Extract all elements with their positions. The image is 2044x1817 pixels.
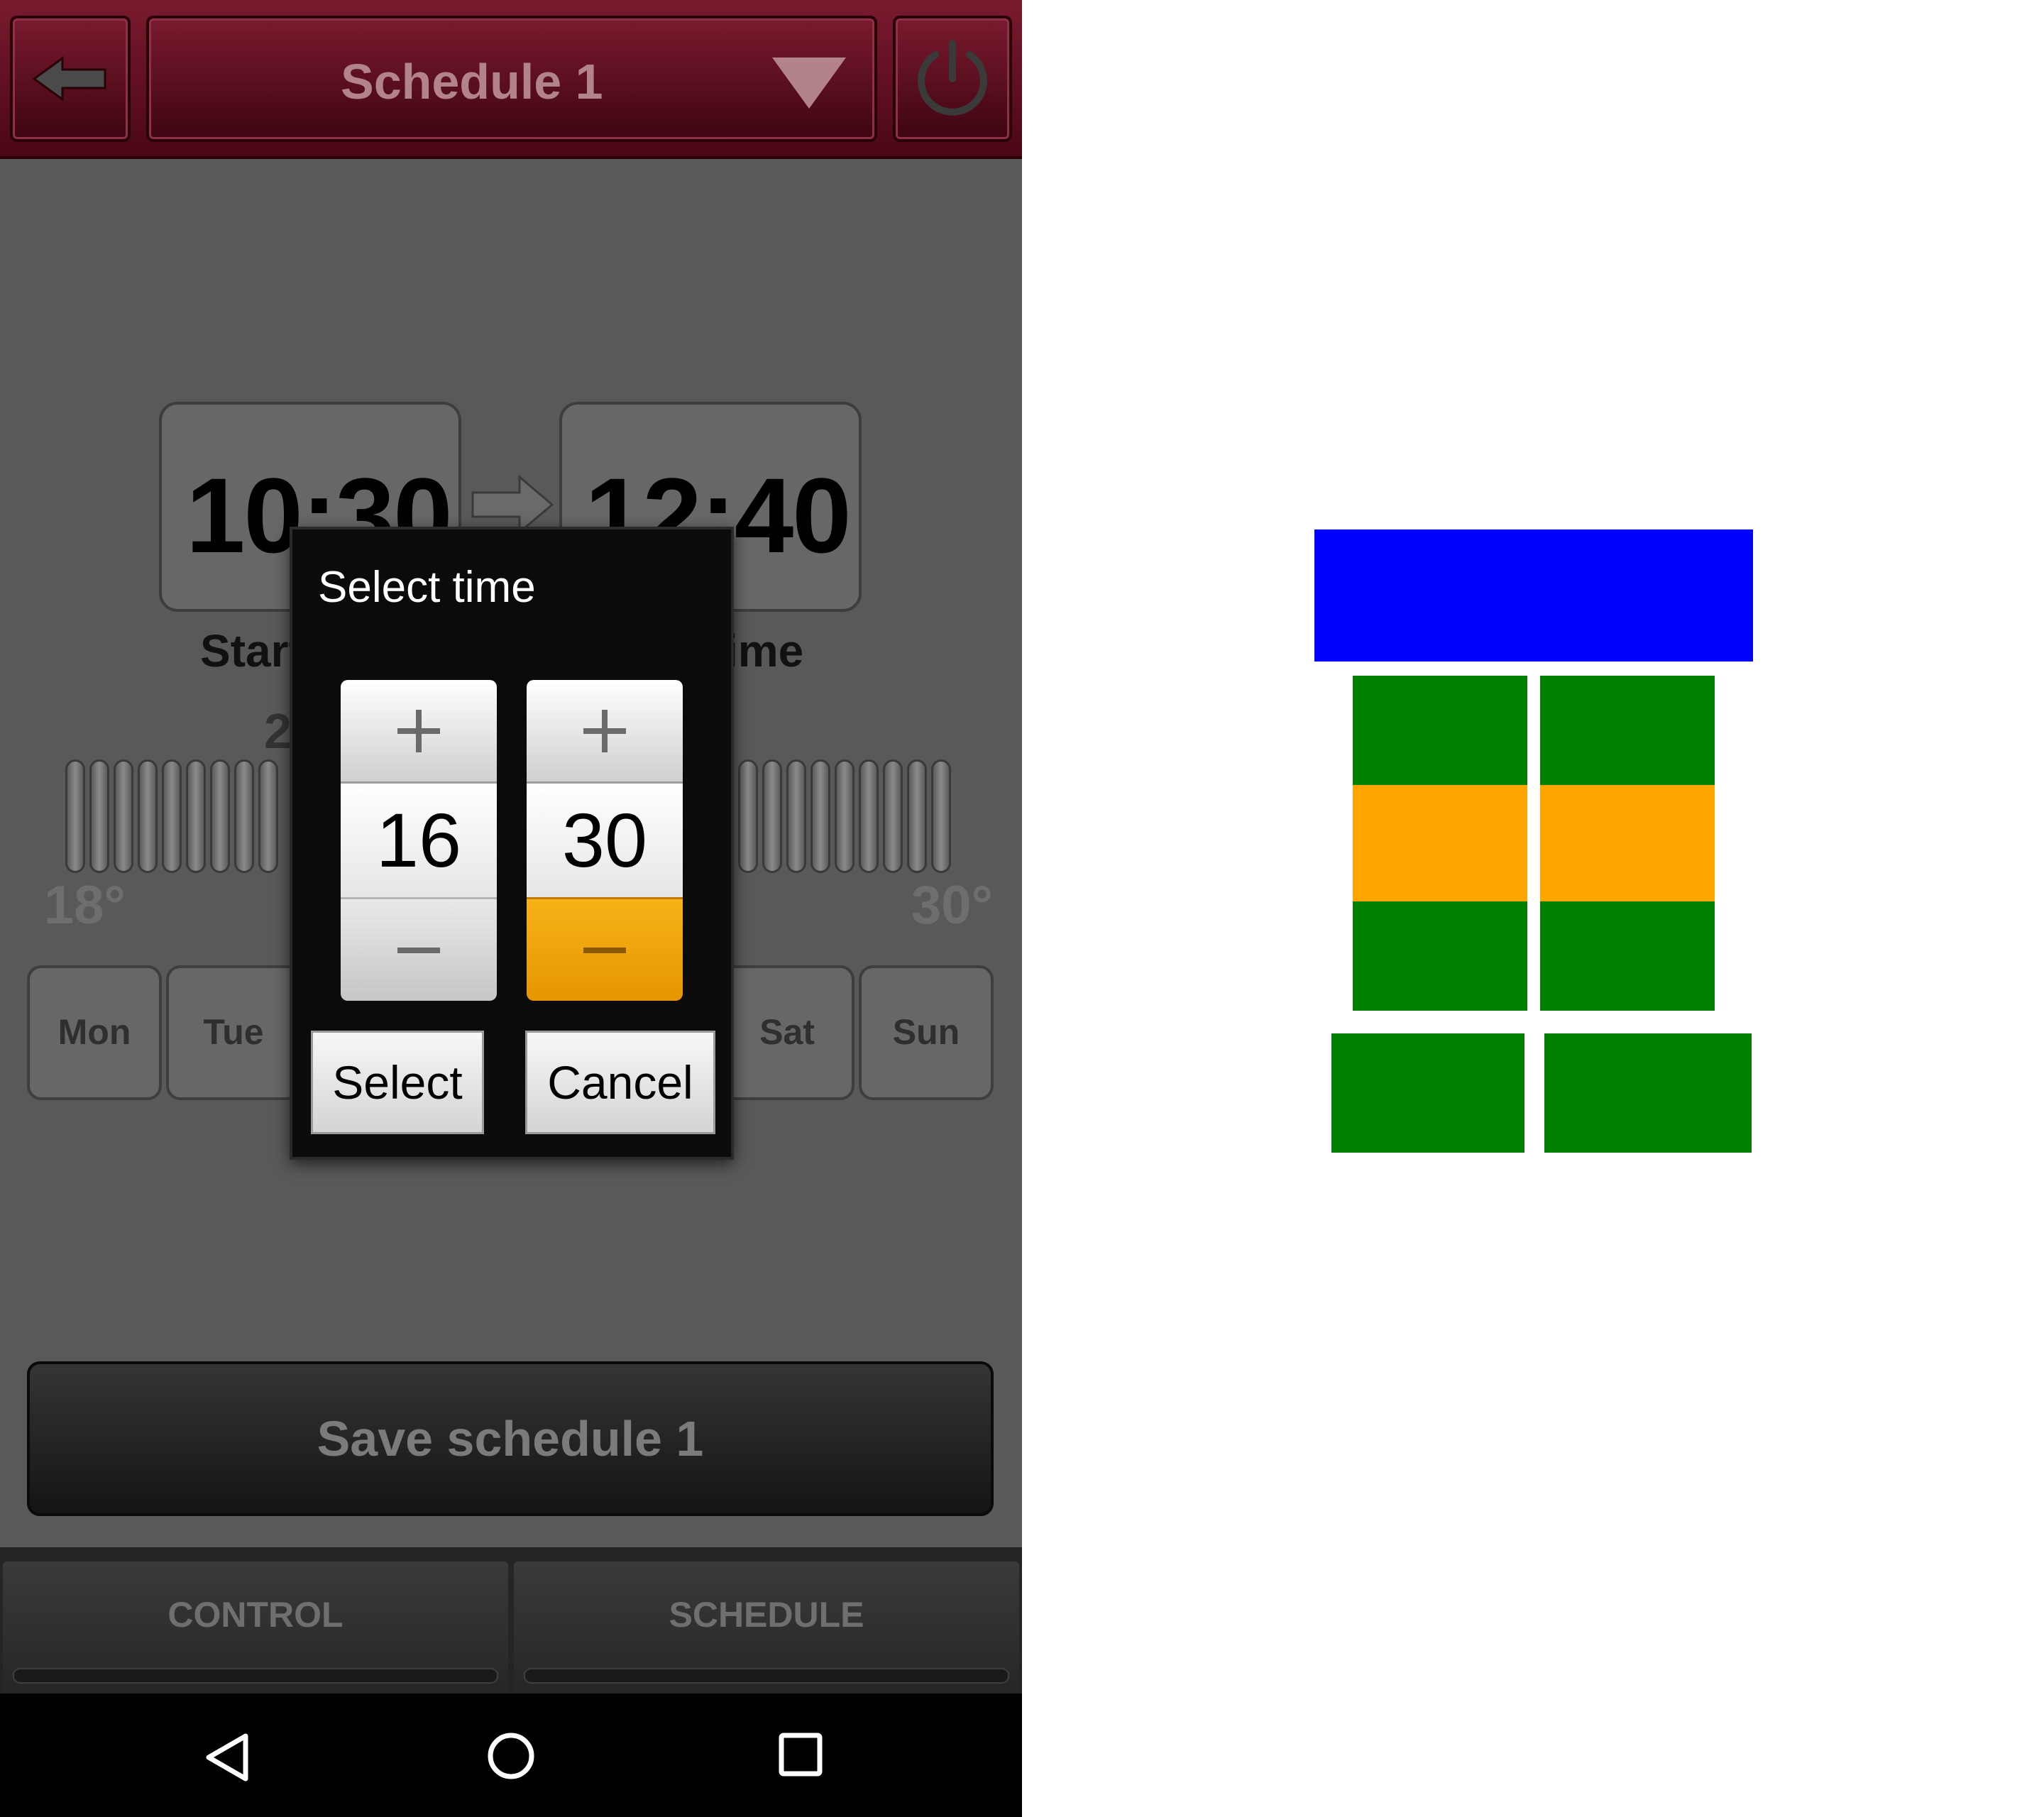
- hour-increment-button[interactable]: [341, 680, 497, 784]
- slider-bar: [210, 759, 230, 873]
- minute-decrement-button[interactable]: [527, 897, 683, 1001]
- slider-bar: [89, 759, 109, 873]
- tab-control-label: CONTROL: [167, 1595, 344, 1635]
- slider-bar: [162, 759, 182, 873]
- slider-bar: [258, 759, 278, 873]
- tab-control[interactable]: CONTROL: [3, 1561, 508, 1694]
- select-button[interactable]: Select: [311, 1031, 484, 1134]
- save-schedule-label: Save schedule 1: [317, 1411, 704, 1466]
- wireframe-title-block: [1314, 529, 1753, 662]
- wireframe-minute-minus-block: [1540, 901, 1715, 1011]
- day-button-tue[interactable]: Tue: [166, 965, 301, 1100]
- schedule-selector[interactable]: Schedule 1: [146, 16, 877, 142]
- day-button-sun[interactable]: Sun: [859, 965, 994, 1100]
- slider-bar: [762, 759, 782, 873]
- save-schedule-button[interactable]: Save schedule 1: [27, 1361, 994, 1516]
- nav-back-icon[interactable]: [203, 1732, 250, 1783]
- temperature-slider-right[interactable]: [738, 759, 951, 873]
- slider-bar: [738, 759, 758, 873]
- tab-indicator: [13, 1668, 498, 1684]
- day-button-sat[interactable]: Sat: [720, 965, 855, 1100]
- wireframe-hour-value-block: [1353, 785, 1527, 901]
- wireframe-minute-plus-block: [1540, 676, 1715, 785]
- slider-bar: [931, 759, 951, 873]
- minus-icon: [397, 947, 440, 953]
- slider-bar: [811, 759, 830, 873]
- cancel-button[interactable]: Cancel: [525, 1031, 715, 1134]
- temperature-max-label: 30°: [911, 875, 993, 935]
- plus-icon: [583, 709, 626, 752]
- back-arrow-icon: [32, 56, 106, 101]
- slider-bar: [186, 759, 206, 873]
- wireframe-cancel-block: [1544, 1033, 1752, 1153]
- dropdown-triangle-icon: [772, 57, 846, 109]
- nav-home-icon[interactable]: [487, 1732, 535, 1780]
- tab-schedule[interactable]: SCHEDULE: [514, 1561, 1019, 1694]
- wireframe-hour-plus-block: [1353, 676, 1527, 785]
- slider-bar: [234, 759, 254, 873]
- slider-bar: [65, 759, 85, 873]
- hour-value[interactable]: 16: [341, 784, 497, 897]
- tab-schedule-label: SCHEDULE: [669, 1595, 864, 1635]
- slider-bar: [835, 759, 855, 873]
- day-button-mon[interactable]: Mon: [27, 965, 162, 1100]
- schedule-title: Schedule 1: [341, 54, 603, 109]
- app-header: Schedule 1: [0, 0, 1022, 159]
- bottom-tab-bar: CONTROL SCHEDULE: [0, 1547, 1022, 1694]
- wireframe-select-block: [1331, 1033, 1524, 1153]
- tab-indicator: [524, 1668, 1009, 1684]
- slider-bar: [907, 759, 927, 873]
- plus-icon: [397, 709, 440, 752]
- back-button[interactable]: [10, 16, 131, 142]
- power-icon: [918, 40, 987, 116]
- temperature-slider-left[interactable]: [65, 759, 278, 873]
- slider-bar: [138, 759, 158, 873]
- slider-bar: [859, 759, 879, 873]
- slider-bar: [786, 759, 806, 873]
- slider-bar: [114, 759, 133, 873]
- minus-icon: [583, 947, 626, 953]
- minute-increment-button[interactable]: [527, 680, 683, 784]
- select-time-dialog: Select time 16 30 Select Cancel: [290, 527, 734, 1160]
- temperature-min-label: 18°: [44, 875, 126, 935]
- nav-recent-icon[interactable]: [778, 1732, 823, 1777]
- wireframe-hour-minus-block: [1353, 901, 1527, 1011]
- android-nav-bar: [0, 1694, 1022, 1817]
- minute-value[interactable]: 30: [527, 784, 683, 897]
- hour-decrement-button[interactable]: [341, 897, 497, 1001]
- phone-screen: Schedule 1 10:30 12:40 Start time End ti…: [0, 0, 1022, 1817]
- wireframe-minute-value-block: [1540, 785, 1715, 901]
- dialog-title: Select time: [318, 563, 536, 612]
- hour-spinner: 16: [341, 680, 497, 1001]
- slider-bar: [883, 759, 903, 873]
- minute-spinner: 30: [527, 680, 683, 1001]
- power-button[interactable]: [893, 16, 1012, 142]
